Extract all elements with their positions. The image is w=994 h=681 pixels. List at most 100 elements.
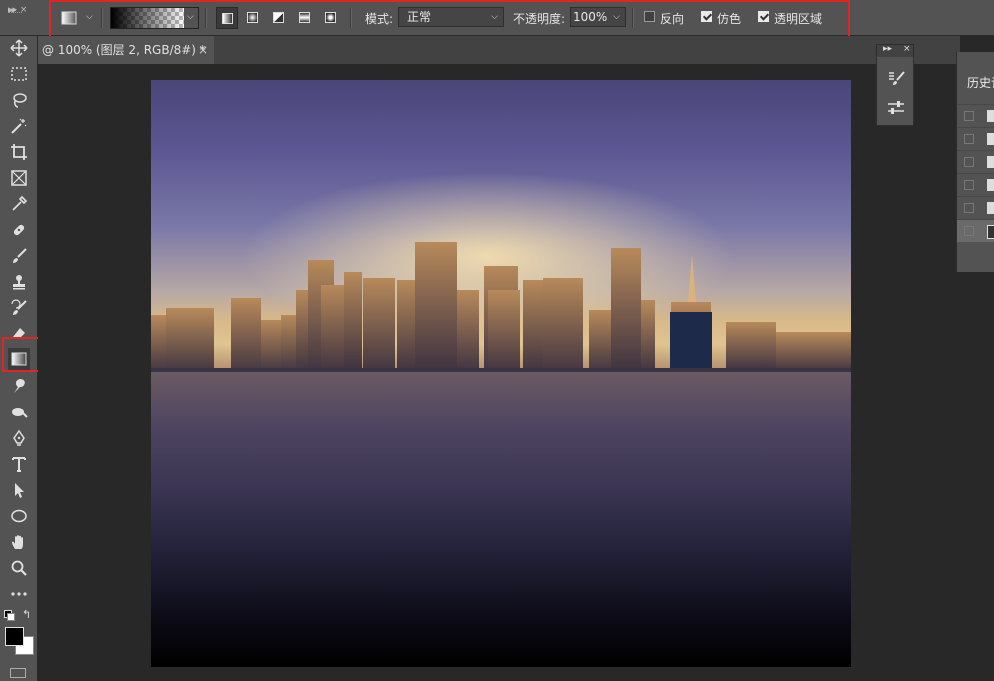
collapse-icon[interactable]: ▸▸ × xyxy=(8,5,27,15)
pen-tool[interactable] xyxy=(9,428,29,448)
close-icon[interactable]: × xyxy=(903,44,911,54)
dodge-tool[interactable] xyxy=(9,402,29,422)
history-row[interactable] xyxy=(957,104,994,127)
mode-label: 模式: xyxy=(365,12,394,26)
move-tool[interactable] xyxy=(9,38,29,58)
gradient-preset-icon xyxy=(61,11,77,25)
divider xyxy=(205,8,207,28)
divider xyxy=(632,8,634,28)
linear-gradient-button[interactable] xyxy=(216,7,238,29)
ellipse-icon xyxy=(11,509,27,523)
path-select-tool[interactable] xyxy=(9,480,29,500)
snapshot-checkbox[interactable] xyxy=(964,111,974,121)
frame-icon xyxy=(11,170,27,186)
ellipse-tool[interactable] xyxy=(9,506,29,526)
document-tab-bar: @ 100% (图层 2, RGB/8#) * × xyxy=(38,36,960,64)
document-tab[interactable]: @ 100% (图层 2, RGB/8#) * × xyxy=(38,36,214,64)
angle-gradient-button[interactable] xyxy=(268,7,290,29)
brush-tool[interactable] xyxy=(9,246,29,266)
move-icon xyxy=(10,39,28,57)
magic-wand-icon xyxy=(11,118,27,134)
magic-wand-tool[interactable] xyxy=(9,116,29,136)
opacity-field[interactable]: 100% ⌵ xyxy=(570,7,626,27)
eraser-icon xyxy=(13,328,25,339)
more-icon xyxy=(11,592,27,596)
crop-icon xyxy=(11,144,27,160)
quick-mask-icon[interactable] xyxy=(10,668,26,678)
type-tool[interactable] xyxy=(9,454,29,474)
blend-mode-select[interactable]: 正常 ⌵ xyxy=(398,7,504,27)
snapshot-checkbox[interactable] xyxy=(964,134,974,144)
dither-label: 仿色 xyxy=(717,12,742,26)
marquee-tool[interactable] xyxy=(9,64,29,84)
eyedropper-tool[interactable] xyxy=(9,194,29,214)
tool-preset-gradient-icon[interactable] xyxy=(60,9,78,27)
frame-tool[interactable] xyxy=(9,168,29,188)
gradient-tool[interactable] xyxy=(8,348,30,370)
default-colors-icon[interactable] xyxy=(4,610,15,621)
eraser-tool[interactable] xyxy=(9,324,29,344)
history-panel-title[interactable]: 历史记 xyxy=(967,74,994,91)
transparency-label: 透明区域 xyxy=(774,12,823,26)
adjustments-button[interactable] xyxy=(886,98,906,118)
history-brush-tool[interactable] xyxy=(9,298,29,318)
history-row-selected[interactable] xyxy=(957,219,994,242)
marquee-icon xyxy=(11,67,27,81)
snapshot-checkbox[interactable] xyxy=(964,226,974,236)
radial-gradient-button[interactable] xyxy=(242,7,264,29)
reflected-gradient-button[interactable] xyxy=(294,7,316,29)
smudge-icon xyxy=(14,379,25,393)
reverse-checkbox[interactable] xyxy=(644,11,655,22)
diamond-gradient-button[interactable] xyxy=(320,7,342,29)
history-row[interactable] xyxy=(957,173,994,196)
pen-icon xyxy=(13,429,25,446)
reverse-label: 反向 xyxy=(660,12,685,26)
document-icon xyxy=(987,225,994,239)
brush-icon xyxy=(13,248,27,263)
sliders-icon xyxy=(888,101,904,114)
close-icon[interactable]: × xyxy=(198,36,208,64)
crop-tool[interactable] xyxy=(9,142,29,162)
document-icon xyxy=(987,133,994,145)
floating-panel-header: ▸▸ × xyxy=(877,44,913,57)
brush-settings-icon xyxy=(889,71,905,85)
snapshot-checkbox[interactable] xyxy=(964,157,974,167)
hand-icon xyxy=(12,535,23,549)
document-image[interactable] xyxy=(151,80,851,667)
snapshot-checkbox[interactable] xyxy=(964,203,974,213)
brush-presets-button[interactable] xyxy=(886,69,906,89)
angle-gradient-icon xyxy=(273,12,284,23)
history-row[interactable] xyxy=(957,150,994,173)
snapshot-checkbox[interactable] xyxy=(964,180,974,190)
smudge-tool[interactable] xyxy=(9,376,29,396)
document-tab-title: @ 100% (图层 2, RGB/8#) * xyxy=(42,43,206,57)
diamond-gradient-icon xyxy=(325,12,336,23)
water-reflection xyxy=(151,372,851,667)
blend-mode-value: 正常 xyxy=(407,10,432,24)
gradient-editor-swatch[interactable] xyxy=(110,7,186,29)
gradient-icon xyxy=(11,352,27,366)
chevron-down-icon[interactable]: ⌵ xyxy=(86,12,93,22)
options-bar: ▸▸ ⌵ ⌵ 模式: 正常 ⌵ 不透明度: 100% ⌵ 反向 仿色 透明区域 xyxy=(0,0,994,36)
radial-gradient-icon xyxy=(247,12,258,23)
expand-icon[interactable]: ▸▸ xyxy=(883,44,892,54)
divider xyxy=(350,8,352,28)
stamp-tool[interactable] xyxy=(9,272,29,292)
hand-tool[interactable] xyxy=(9,532,29,552)
more-tools-button[interactable] xyxy=(9,584,29,604)
zoom-tool[interactable] xyxy=(9,558,29,578)
history-row[interactable] xyxy=(957,127,994,150)
transparency-checkbox[interactable] xyxy=(758,11,769,22)
healing-tool[interactable] xyxy=(9,220,29,240)
history-panel: 历史记 xyxy=(956,52,994,272)
gradient-picker-button[interactable]: ⌵ xyxy=(184,7,199,29)
foreground-color-swatch[interactable] xyxy=(5,627,24,646)
history-row[interactable] xyxy=(957,196,994,219)
document-icon xyxy=(987,202,994,214)
lasso-tool[interactable] xyxy=(9,90,29,110)
dither-checkbox[interactable] xyxy=(701,11,712,22)
stamp-icon xyxy=(13,275,25,290)
swap-colors-icon[interactable]: ↰ xyxy=(22,608,31,621)
type-icon xyxy=(12,457,26,472)
document-icon xyxy=(987,156,994,168)
